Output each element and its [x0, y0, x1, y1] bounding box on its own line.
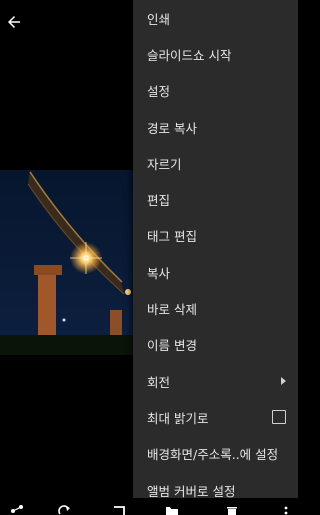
menu-item-label: 회전 [147, 374, 171, 390]
menu-item-max-brightness[interactable]: 최대 밝기로 [133, 399, 298, 435]
menu-item-crop[interactable]: 자르기 [133, 145, 298, 181]
back-button[interactable] [2, 10, 26, 34]
overflow-menu: 인쇄 슬라이드쇼 시작 설정 경로 복사 자르기 편집 태그 편집 복사 바로 … [133, 0, 298, 499]
menu-item-label: 복사 [147, 265, 171, 281]
menu-item-rotate[interactable]: 회전 [133, 363, 298, 399]
menu-item-label: 경로 복사 [147, 120, 197, 136]
menu-item-edit-tags[interactable]: 태그 편집 [133, 218, 298, 254]
menu-item-label: 배경화면/주소록..에 설정 [147, 447, 279, 463]
menu-item-label: 인쇄 [147, 11, 171, 27]
rotate-icon[interactable] [57, 504, 71, 515]
menu-item-label: 앨범 커버로 설정 [147, 483, 236, 499]
menu-item-label: 이름 변경 [147, 338, 197, 354]
menu-item-label: 태그 편집 [147, 229, 197, 245]
menu-item-label: 자르기 [147, 156, 182, 172]
menu-item-copy-path[interactable]: 경로 복사 [133, 109, 298, 145]
menu-item-print[interactable]: 인쇄 [133, 0, 298, 36]
menu-item-rename[interactable]: 이름 변경 [133, 327, 298, 363]
menu-item-settings[interactable]: 설정 [133, 73, 298, 109]
menu-item-edit[interactable]: 편집 [133, 181, 298, 217]
more-icon[interactable] [282, 504, 290, 515]
arrow-left-icon [8, 16, 20, 28]
menu-item-delete-now[interactable]: 바로 삭제 [133, 290, 298, 326]
folder-icon[interactable] [165, 504, 179, 515]
menu-item-copy[interactable]: 복사 [133, 254, 298, 290]
crop-icon[interactable] [112, 504, 126, 515]
bottom-toolbar [0, 498, 298, 515]
submenu-arrow-icon [281, 377, 286, 386]
menu-item-label: 바로 삭제 [147, 302, 197, 318]
photo-image [0, 170, 150, 355]
delete-icon[interactable] [225, 504, 239, 515]
menu-item-slideshow[interactable]: 슬라이드쇼 시작 [133, 36, 298, 72]
max-brightness-checkbox[interactable] [272, 410, 286, 425]
menu-item-set-as[interactable]: 배경화면/주소록..에 설정 [133, 436, 298, 472]
share-icon[interactable] [10, 504, 24, 515]
menu-item-label: 편집 [147, 193, 171, 209]
menu-item-label: 슬라이드쇼 시작 [147, 47, 232, 63]
menu-item-label: 설정 [147, 84, 171, 100]
